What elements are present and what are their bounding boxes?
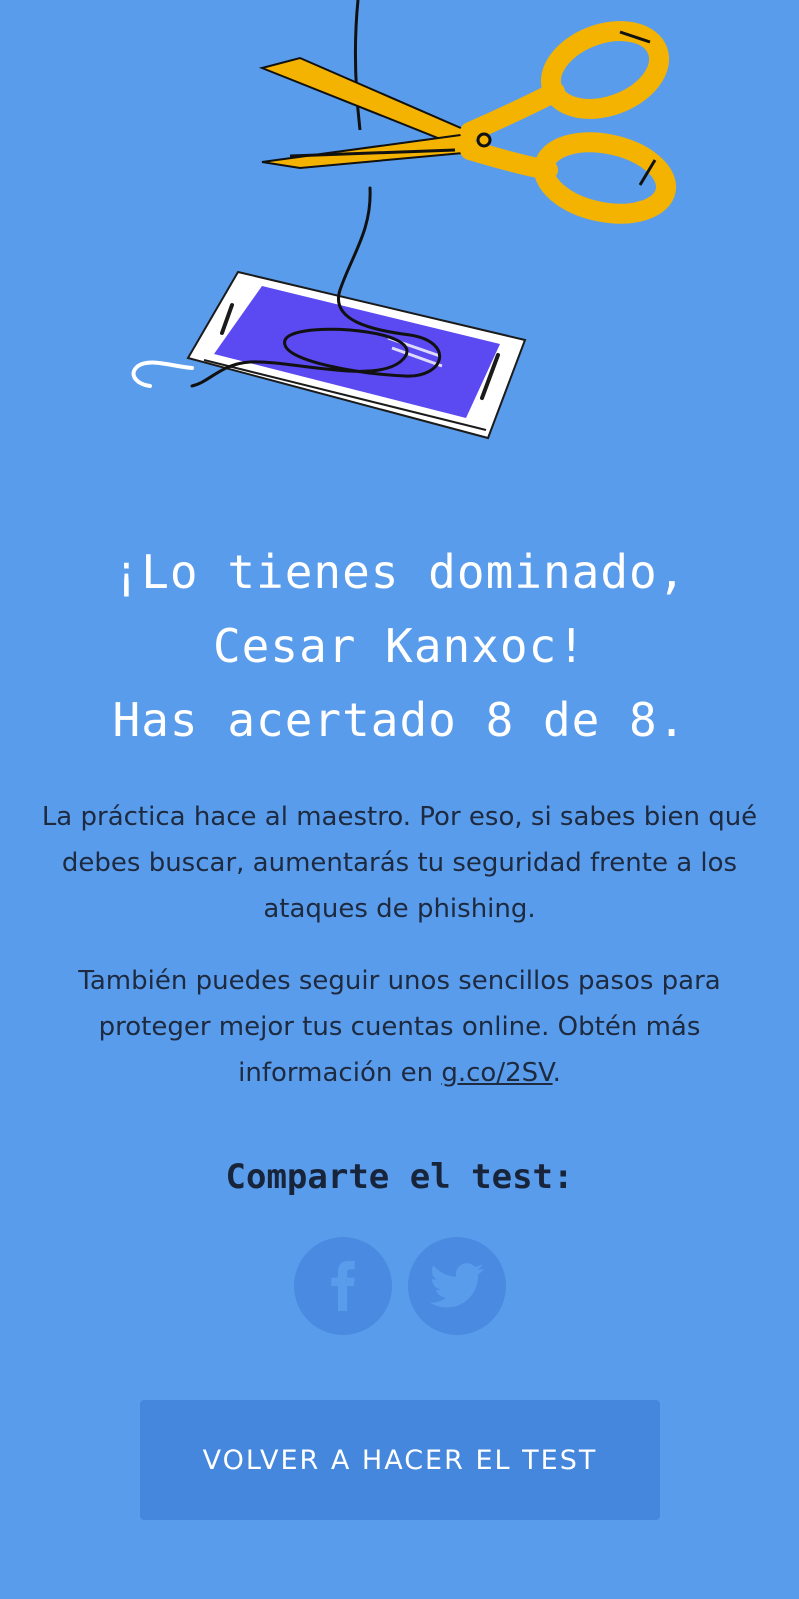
- practice-message: La práctica hace al maestro. Por eso, si…: [41, 802, 758, 924]
- two-step-verification-message: También puedes seguir unos sencillos pas…: [40, 958, 759, 1096]
- headline-score: Has acertado 8 de 8.: [112, 693, 687, 747]
- two-step-verification-link[interactable]: g.co/2SV: [441, 1058, 552, 1088]
- two-step-message-period: .: [552, 1058, 561, 1088]
- result-headline: ¡Lo tienes dominado, Cesar Kanxoc! Has a…: [0, 535, 799, 757]
- twitter-share-button[interactable]: [408, 1237, 506, 1335]
- headline-user-name: Cesar Kanxoc!: [212, 619, 587, 673]
- share-title: Comparte el test:: [225, 1157, 574, 1197]
- scissors-cutting-phone-cable-illustration: [131, 0, 677, 440]
- scissors-icon: [258, 21, 677, 224]
- headline-greeting: ¡Lo tienes dominado,: [112, 545, 687, 599]
- twitter-icon: [429, 1263, 484, 1308]
- two-step-message-text: También puedes seguir unos sencillos pas…: [78, 966, 721, 1088]
- facebook-icon: [331, 1261, 355, 1311]
- facebook-share-button[interactable]: [294, 1237, 392, 1335]
- retry-test-button[interactable]: VOLVER A HACER EL TEST: [140, 1400, 660, 1520]
- smartphone-icon: [186, 270, 527, 440]
